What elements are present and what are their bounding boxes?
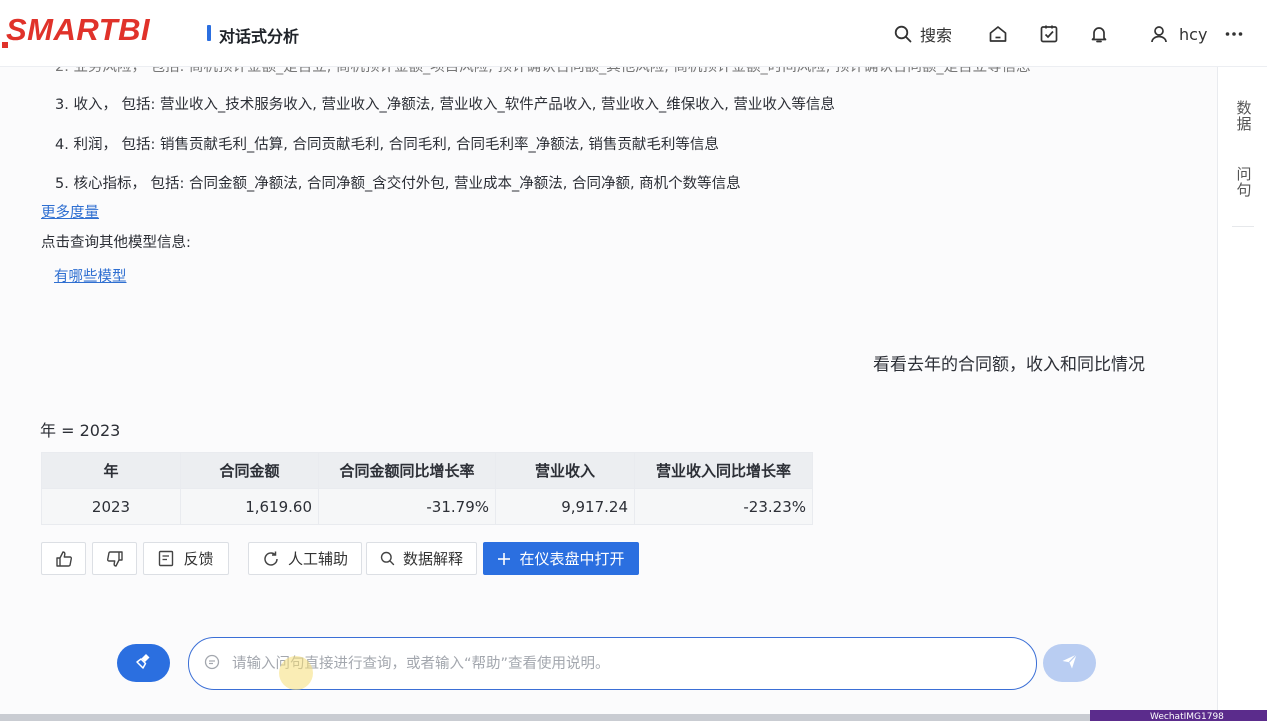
cell-contract-yoy: -31.79% xyxy=(319,489,496,525)
column-header-revenue-yoy[interactable]: 营业收入同比增长率 xyxy=(635,453,813,489)
home-icon[interactable] xyxy=(988,22,1008,46)
clear-conversation-button[interactable] xyxy=(117,644,170,682)
logo-mark xyxy=(2,42,8,48)
conversation-area[interactable]: 2. 业务风险， 包括: 商机预计金额_是否立, 商机预计金额_项目风险, 预计… xyxy=(0,66,1217,714)
feedback-label: 反馈 xyxy=(183,548,213,569)
thumbs-down-icon xyxy=(106,550,124,568)
open-dashboard-label: 在仪表盘中打开 xyxy=(519,548,624,569)
task-icon[interactable] xyxy=(1039,22,1059,46)
like-button[interactable] xyxy=(41,542,86,575)
other-models-prompt: 点击查询其他模型信息: xyxy=(41,231,191,252)
column-header-year[interactable]: 年 xyxy=(42,453,181,489)
app-title: 对话式分析 xyxy=(219,23,299,47)
data-explain-button[interactable]: 数据解释 xyxy=(366,542,477,575)
search-label: 搜索 xyxy=(920,22,952,46)
taskbar-label: WechatIMG1798 xyxy=(1150,712,1224,721)
measure-item-3: 3. 收入， 包括: 营业收入_技术服务收入, 营业收入_净额法, 营业收入_软… xyxy=(55,93,835,114)
result-table: 年 合同金额 合同金额同比增长率 营业收入 营业收入同比增长率 2023 1,6… xyxy=(41,452,813,525)
user-question-message: 看看去年的合同额，收入和同比情况 xyxy=(873,350,1145,375)
search-icon xyxy=(894,25,912,43)
column-header-revenue[interactable]: 营业收入 xyxy=(496,453,635,489)
assist-label: 人工辅助 xyxy=(288,548,348,569)
models-link[interactable]: 有哪些模型 xyxy=(54,265,127,286)
smartbi-logo[interactable]: SMARTBI xyxy=(6,12,150,48)
chat-bubble-icon xyxy=(204,654,220,674)
bell-icon[interactable] xyxy=(1089,22,1109,46)
cell-contract-amount: 1,619.60 xyxy=(181,489,319,525)
title-accent-bar xyxy=(207,25,211,41)
more-measures-link[interactable]: 更多度量 xyxy=(41,201,99,222)
query-filter: 年 = 2023 xyxy=(40,417,120,441)
explain-label: 数据解释 xyxy=(403,548,463,569)
window-bottom-edge xyxy=(0,714,1267,721)
measure-item-4: 4. 利润， 包括: 销售贡献毛利_估算, 合同贡献毛利, 合同毛利, 合同毛利… xyxy=(55,133,719,154)
app-header: SMARTBI 对话式分析 搜索 hcy xyxy=(0,0,1267,67)
cell-revenue-yoy: -23.23% xyxy=(635,489,813,525)
measure-item-5: 5. 核心指标， 包括: 合同金额_净额法, 合同净额_含交付外包, 营业成本_… xyxy=(55,172,741,193)
feedback-button[interactable]: 反馈 xyxy=(143,542,229,575)
panel-divider xyxy=(1232,226,1254,227)
tab-data[interactable]: 数据 xyxy=(1234,100,1254,132)
header-search-button[interactable]: 搜索 xyxy=(894,22,952,46)
edit-icon xyxy=(158,550,175,567)
send-button[interactable] xyxy=(1043,644,1096,682)
more-icon[interactable] xyxy=(1224,22,1244,46)
chat-input-box[interactable] xyxy=(188,637,1037,690)
open-in-dashboard-button[interactable]: 在仪表盘中打开 xyxy=(483,542,639,575)
tab-questions[interactable]: 问句 xyxy=(1234,166,1254,198)
thumbs-up-icon xyxy=(55,550,73,568)
cell-year: 2023 xyxy=(42,489,181,525)
refresh-icon xyxy=(262,550,280,568)
column-header-contract-yoy[interactable]: 合同金额同比增长率 xyxy=(319,453,496,489)
table-row: 2023 1,619.60 -31.79% 9,917.24 -23.23% xyxy=(42,489,813,525)
username: hcy xyxy=(1179,25,1207,44)
dislike-button[interactable] xyxy=(92,542,137,575)
cursor-highlight xyxy=(279,656,313,690)
plus-icon xyxy=(497,552,511,566)
measure-item-2: 2. 业务风险， 包括: 商机预计金额_是否立, 商机预计金额_项目风险, 预计… xyxy=(55,66,1031,76)
right-side-panel: 数据 问句 xyxy=(1217,66,1267,716)
send-icon xyxy=(1061,653,1078,674)
column-header-contract-amount[interactable]: 合同金额 xyxy=(181,453,319,489)
chat-input[interactable] xyxy=(230,655,994,673)
taskbar-item[interactable]: WechatIMG1798 xyxy=(1090,710,1267,721)
user-menu[interactable]: hcy xyxy=(1139,22,1207,46)
table-header-row: 年 合同金额 合同金额同比增长率 营业收入 营业收入同比增长率 xyxy=(42,453,813,489)
broom-icon xyxy=(135,652,153,674)
manual-assist-button[interactable]: 人工辅助 xyxy=(248,542,362,575)
cell-revenue: 9,917.24 xyxy=(496,489,635,525)
search-icon xyxy=(380,551,395,566)
user-icon xyxy=(1149,24,1169,44)
